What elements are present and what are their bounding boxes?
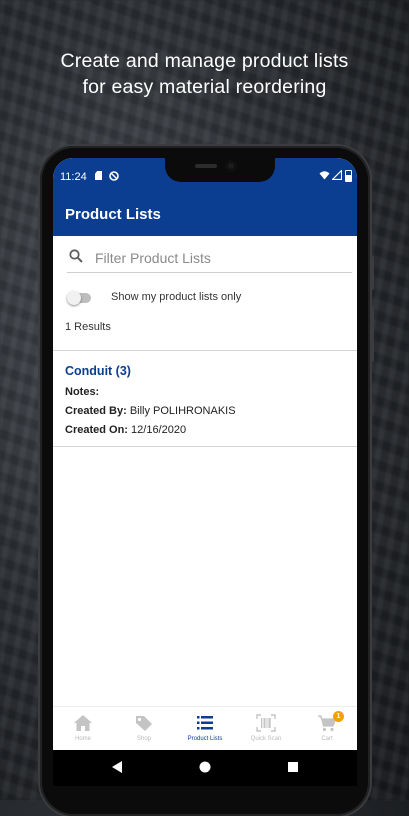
nav-quick-scan-label: Quick Scan xyxy=(250,736,282,742)
promo-caption: Create and manage product lists for easy… xyxy=(0,48,409,100)
toggle-knob xyxy=(67,291,81,305)
barcode-scan-icon xyxy=(256,714,276,732)
created-on-label: Created On: xyxy=(65,424,128,436)
tag-icon xyxy=(136,716,152,731)
nav-cart[interactable]: Cart 1 xyxy=(297,711,357,751)
volume-button xyxy=(370,256,374,290)
nav-shop[interactable]: Shop xyxy=(114,711,174,751)
promo-line-1: Create and manage product lists xyxy=(60,50,349,72)
back-icon[interactable] xyxy=(111,760,123,774)
nav-home-label: Home xyxy=(74,736,91,742)
camera-notch xyxy=(165,158,275,182)
wifi-icon xyxy=(319,170,330,183)
battery-icon xyxy=(345,170,352,182)
search-icon xyxy=(69,249,83,268)
product-list-title[interactable]: Conduit (3) xyxy=(65,364,131,378)
page-title: Product Lists xyxy=(65,206,161,223)
created-by-label: Created By: xyxy=(65,405,127,417)
nav-product-lists[interactable]: Product Lists xyxy=(175,711,235,751)
nav-product-lists-label: Product Lists xyxy=(187,736,223,742)
divider xyxy=(53,350,357,351)
created-by-value: Billy POLIHRONAKIS xyxy=(129,405,236,417)
home-icon xyxy=(74,715,92,731)
do-not-disturb-icon xyxy=(109,171,119,184)
app-screen: 11:24 Product Lists Show my product list… xyxy=(53,158,357,778)
power-button xyxy=(370,306,374,362)
sim-card-icon xyxy=(95,171,102,180)
toggle-label: Show my product lists only xyxy=(111,291,242,303)
nav-quick-scan[interactable]: Quick Scan xyxy=(236,711,296,751)
earpiece-speaker xyxy=(195,164,217,168)
list-icon xyxy=(197,716,213,730)
signal-icon xyxy=(331,169,343,183)
system-navigation-bar xyxy=(53,750,357,786)
nav-home[interactable]: Home xyxy=(53,711,113,751)
home-circle-icon[interactable] xyxy=(199,760,211,774)
app-bar: Product Lists xyxy=(53,196,357,236)
promo-line-2: for easy material reordering xyxy=(82,76,327,98)
created-on-value: 12/16/2020 xyxy=(131,424,187,436)
status-bar: 11:24 xyxy=(53,158,357,196)
status-time: 11:24 xyxy=(60,171,87,183)
cart-count-badge: 1 xyxy=(333,711,344,722)
bottom-navigation: Home Shop Product Lists Quick Scan Cart xyxy=(53,706,357,753)
filter-product-lists-input[interactable] xyxy=(93,244,352,272)
notes-row: Notes: xyxy=(65,386,99,398)
created-on-row: Created On: 12/16/2020 xyxy=(65,424,186,436)
front-camera xyxy=(225,160,237,172)
nav-cart-label: Cart xyxy=(321,736,333,742)
notes-label: Notes: xyxy=(65,386,100,398)
divider xyxy=(53,446,357,447)
created-by-row: Created By: Billy POLIHRONAKIS xyxy=(65,405,236,417)
filter-search-bar[interactable] xyxy=(67,244,352,273)
nav-shop-label: Shop xyxy=(136,736,151,742)
recents-icon[interactable] xyxy=(287,760,299,774)
results-count: 1 Results xyxy=(65,321,111,333)
my-lists-only-toggle[interactable] xyxy=(67,291,93,305)
